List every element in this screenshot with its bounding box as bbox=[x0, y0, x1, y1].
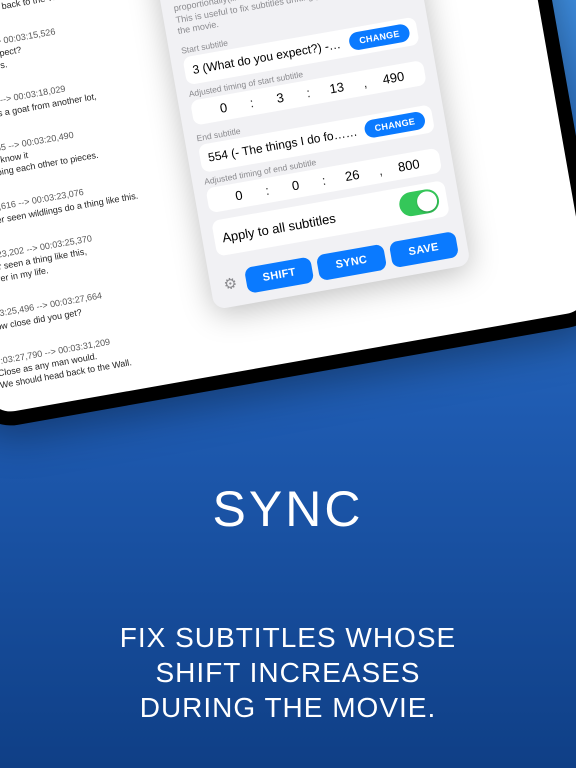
apply-all-label: Apply to all subtitles bbox=[221, 210, 337, 245]
end-hours[interactable]: 0 bbox=[214, 184, 263, 207]
gear-icon[interactable]: ⚙ bbox=[219, 273, 242, 294]
hero-subtitle: FIX SUBTITLES WHOSE SHIFT INCREASES DURI… bbox=[0, 620, 576, 725]
hero-subtitle-line: DURING THE MOVIE. bbox=[0, 690, 576, 725]
end-seconds[interactable]: 26 bbox=[328, 164, 377, 187]
tablet-screen: + 9… How Clo…00:03:26,540 --> 00:03:29,9… bbox=[0, 0, 576, 416]
start-minutes[interactable]: 3 bbox=[255, 86, 304, 109]
popover-body: Sync allows you to modify the timing of … bbox=[154, 0, 465, 273]
change-start-button[interactable]: CHANGE bbox=[348, 23, 411, 51]
start-seconds[interactable]: 13 bbox=[312, 76, 361, 99]
apply-all-toggle[interactable] bbox=[397, 188, 441, 219]
change-end-button[interactable]: CHANGE bbox=[363, 111, 426, 139]
start-hours[interactable]: 0 bbox=[199, 96, 248, 119]
hero-subtitle-line: FIX SUBTITLES WHOSE bbox=[0, 620, 576, 655]
start-millis[interactable]: 490 bbox=[369, 66, 418, 89]
hero-title: SYNC bbox=[0, 480, 576, 538]
end-millis[interactable]: 800 bbox=[384, 154, 433, 177]
hero-subtitle-line: SHIFT INCREASES bbox=[0, 655, 576, 690]
end-minutes[interactable]: 0 bbox=[271, 174, 320, 197]
tablet-frame: + 9… How Clo…00:03:26,540 --> 00:03:29,9… bbox=[0, 0, 576, 432]
